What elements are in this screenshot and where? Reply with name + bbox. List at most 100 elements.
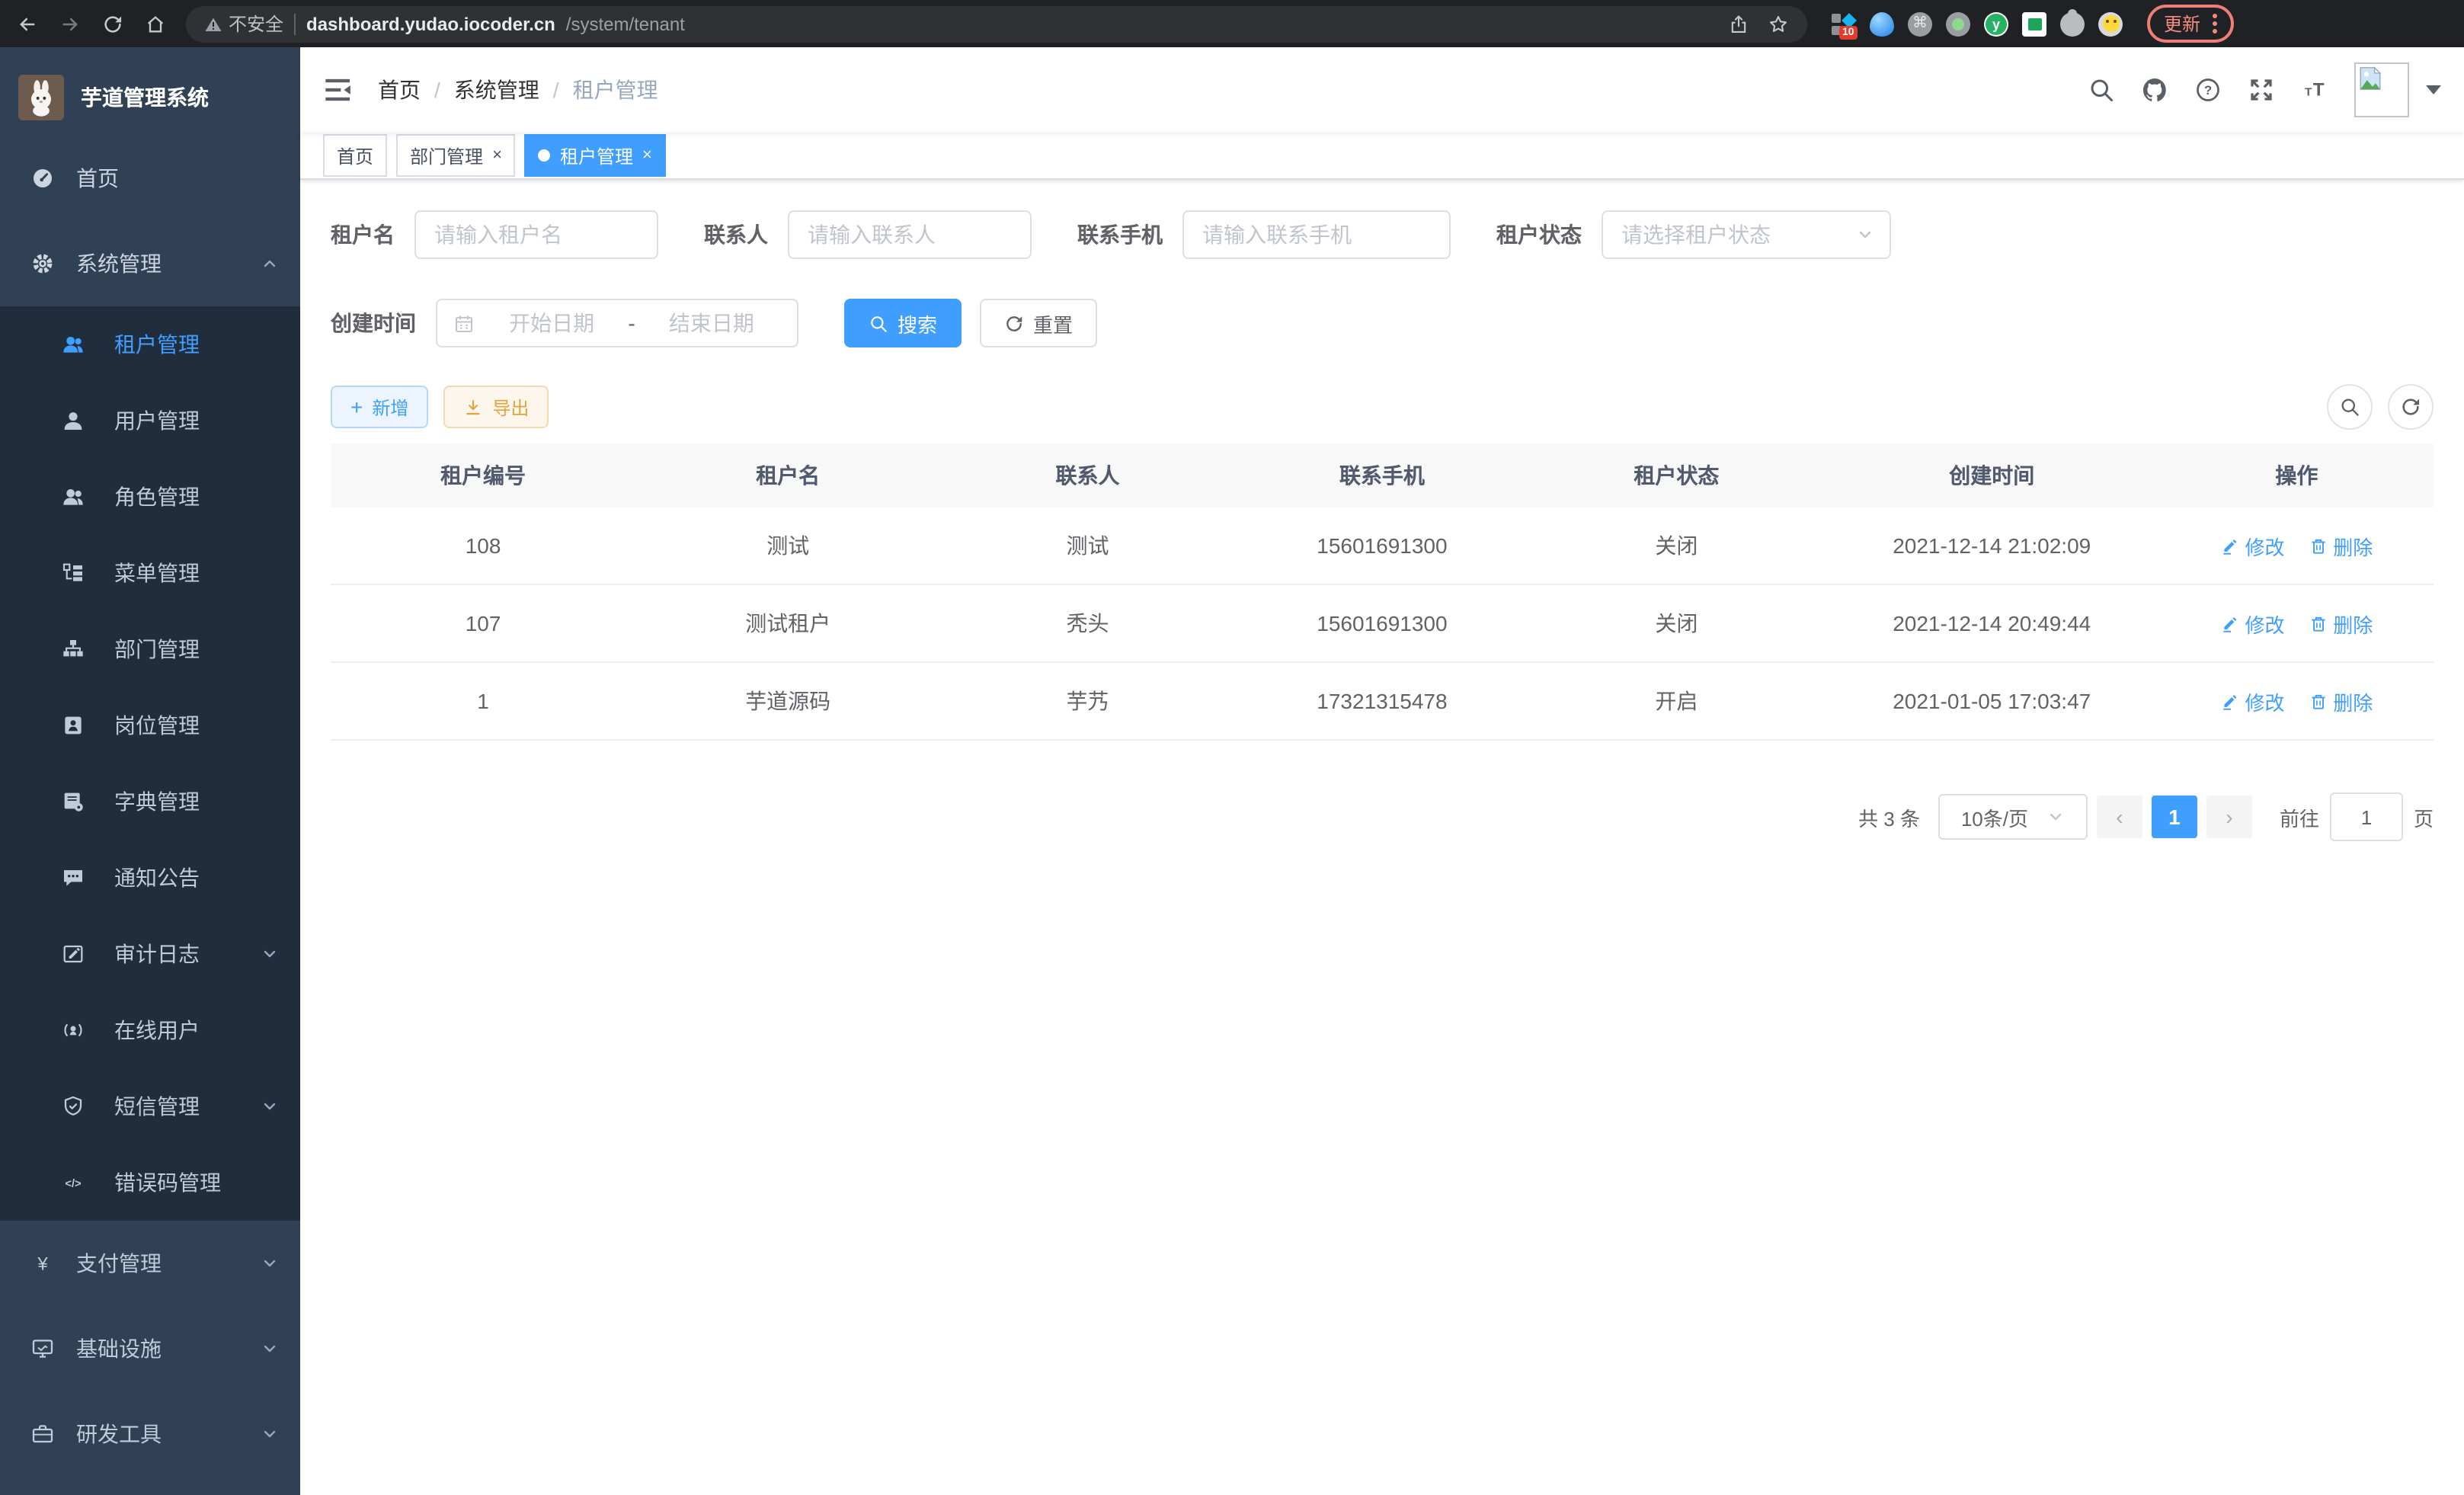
share-icon[interactable]	[1728, 13, 1749, 34]
delete-link[interactable]: 删除	[2309, 531, 2373, 560]
sidebar-item-system[interactable]: 系统管理	[0, 221, 300, 306]
trash-icon	[2309, 691, 2328, 711]
contact-label: 联系人	[704, 219, 768, 250]
tab-tenant[interactable]: 租户管理 ×	[525, 134, 666, 177]
header-search-icon[interactable]	[2088, 76, 2115, 104]
goto-page-input[interactable]	[2330, 792, 2403, 841]
chevron-down-icon	[2046, 808, 2065, 826]
command-extension-icon[interactable]: ⌘	[1908, 11, 1932, 36]
capture-extension-icon[interactable]	[2022, 11, 2046, 36]
sidebar-item-dict[interactable]: 字典管理	[0, 764, 300, 840]
edit-link[interactable]: 修改	[2220, 531, 2284, 560]
cell-status: 开启	[1529, 662, 1823, 740]
breadcrumb-system[interactable]: 系统管理	[454, 75, 539, 105]
prev-page-button[interactable]: ‹	[2097, 796, 2142, 838]
sidebar-item-payment[interactable]: 支付管理	[0, 1221, 300, 1306]
status-select[interactable]: 请选择租户状态	[1602, 210, 1891, 259]
profile-avatar-icon[interactable]	[2098, 11, 2123, 36]
browser-home-icon[interactable]	[143, 13, 168, 34]
close-icon[interactable]: ×	[642, 147, 652, 164]
sidebar-logo[interactable]: 芋道管理系统	[0, 59, 300, 136]
sidebar-item-roles[interactable]: 角色管理	[0, 459, 300, 535]
bookmark-star-icon[interactable]	[1768, 13, 1789, 34]
security-warning[interactable]: 不安全	[204, 11, 283, 37]
yudao-extension-icon[interactable]: y	[1984, 11, 2008, 36]
extensions-puzzle-icon[interactable]	[2060, 11, 2085, 36]
delete-link[interactable]: 删除	[2309, 609, 2373, 638]
cell-actions: 修改 删除	[2160, 507, 2434, 584]
sidebar-item-label: 岗位管理	[114, 710, 200, 741]
sidebar-collapse-icon[interactable]	[323, 75, 354, 105]
cell-contact: 秃头	[940, 584, 1234, 662]
add-button-label: 新增	[372, 394, 408, 420]
cell-tenant-id: 1	[331, 662, 635, 740]
edit-link[interactable]: 修改	[2220, 609, 2284, 638]
sidebar-item-sms[interactable]: 短信管理	[0, 1068, 300, 1144]
col-tenant-name: 租户名	[635, 443, 940, 507]
browser-back-icon[interactable]	[15, 13, 40, 34]
user-icon	[61, 408, 85, 433]
pinned-extension-icon[interactable]: 10	[1832, 11, 1856, 36]
sidebar-item-online-users[interactable]: 在线用户	[0, 992, 300, 1068]
refresh-table-button[interactable]	[2388, 384, 2434, 430]
next-page-button[interactable]: ›	[2206, 796, 2252, 838]
sidebar-item-tenant[interactable]: 租户管理	[0, 306, 300, 383]
extension-icons: 10 ⌘ y	[1832, 11, 2123, 36]
delete-link[interactable]: 删除	[2309, 687, 2373, 715]
url-path: /system/tenant	[566, 13, 685, 34]
tab-home[interactable]: 首页	[323, 134, 387, 177]
page-size-select[interactable]: 10条/页	[1938, 794, 2088, 840]
font-size-icon[interactable]	[2301, 76, 2328, 104]
sidebar-item-users[interactable]: 用户管理	[0, 383, 300, 459]
phone-label: 联系手机	[1077, 219, 1163, 250]
sidebar-item-home[interactable]: 首页	[0, 136, 300, 221]
goto-label: 前往	[2280, 802, 2319, 831]
browser-forward-icon[interactable]	[58, 13, 82, 34]
cell-actions: 修改 删除	[2160, 584, 2434, 662]
reset-button[interactable]: 重置	[980, 299, 1097, 347]
breadcrumb-home[interactable]: 首页	[378, 75, 421, 105]
avatar-caret-icon[interactable]	[2426, 85, 2441, 94]
sidebar-item-label: 研发工具	[76, 1419, 162, 1449]
avatar[interactable]	[2354, 62, 2409, 117]
fullscreen-icon[interactable]	[2248, 76, 2275, 104]
sidebar-item-dev-tools[interactable]: 研发工具	[0, 1391, 300, 1477]
sidebar-item-error-codes[interactable]: 错误码管理	[0, 1144, 300, 1221]
cell-phone: 17321315478	[1235, 662, 1529, 740]
cell-status: 关闭	[1529, 584, 1823, 662]
sidebar-item-menus[interactable]: 菜单管理	[0, 535, 300, 611]
contact-input[interactable]	[788, 210, 1032, 259]
search-icon	[869, 313, 888, 333]
balloon-extension-icon[interactable]	[1870, 11, 1894, 36]
export-button[interactable]: 导出	[443, 386, 549, 428]
tags-view: 首页 部门管理 × 租户管理 ×	[300, 133, 2464, 180]
help-icon[interactable]	[2194, 76, 2222, 104]
edit-link[interactable]: 修改	[2220, 687, 2284, 715]
chrome-update-button[interactable]: 更新	[2147, 5, 2234, 43]
shield-icon	[61, 1094, 85, 1119]
sidebar-item-infrastructure[interactable]: 基础设施	[0, 1306, 300, 1391]
browser-menu-icon[interactable]	[2213, 14, 2217, 34]
date-range-picker[interactable]: 开始日期 - 结束日期	[436, 299, 798, 347]
search-button[interactable]: 搜索	[844, 299, 962, 347]
close-icon[interactable]: ×	[492, 147, 502, 164]
chevron-up-icon	[261, 255, 279, 273]
sidebar-item-audit-log[interactable]: 审计日志	[0, 916, 300, 992]
sidebar-item-posts[interactable]: 岗位管理	[0, 687, 300, 764]
col-actions: 操作	[2160, 443, 2434, 507]
add-button[interactable]: + 新增	[331, 386, 428, 428]
github-icon[interactable]	[2141, 76, 2168, 104]
toggle-search-button[interactable]	[2327, 384, 2373, 430]
start-date-placeholder: 开始日期	[482, 308, 622, 338]
current-page-button[interactable]: 1	[2152, 796, 2197, 838]
plus-icon: +	[350, 396, 363, 418]
sidebar-item-notice[interactable]: 通知公告	[0, 840, 300, 916]
phone-input[interactable]	[1182, 210, 1451, 259]
sidebar-item-departments[interactable]: 部门管理	[0, 611, 300, 687]
tenant-name-input[interactable]	[414, 210, 658, 259]
tab-departments[interactable]: 部门管理 ×	[396, 134, 516, 177]
address-bar[interactable]: 不安全 dashboard.yudao.iocoder.cn/system/te…	[186, 5, 1807, 42]
sidebar-item-label: 支付管理	[76, 1248, 162, 1279]
recorder-extension-icon[interactable]	[1946, 11, 1970, 36]
browser-reload-icon[interactable]	[101, 13, 125, 34]
